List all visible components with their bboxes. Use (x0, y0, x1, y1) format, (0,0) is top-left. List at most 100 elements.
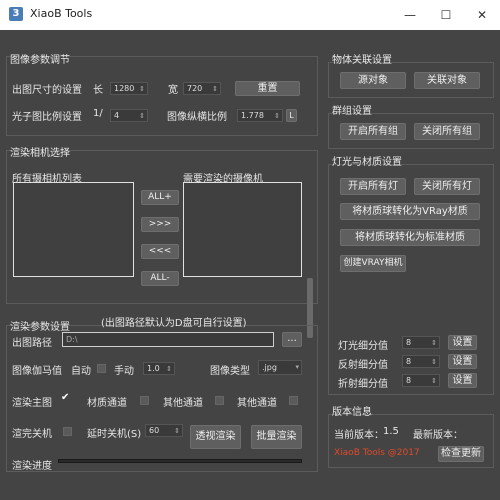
render-progress-bar (58, 459, 302, 463)
spinner-arrows-icon: ⇕ (431, 358, 437, 366)
material-channel-label: 材质通道 (87, 398, 127, 409)
add-camera-button[interactable]: >>> (141, 217, 179, 232)
checkmark-icon: ✔ (61, 392, 70, 403)
current-version-value: 1.5 (383, 426, 399, 437)
height-label: 宽 (168, 85, 178, 96)
output-size-label: 出图尺寸的设置 (12, 85, 82, 96)
material-channel-checkbox[interactable] (140, 396, 149, 405)
check-update-button[interactable]: 检查更新 (438, 446, 484, 462)
camera-select-title: 渲染相机选择 (10, 148, 70, 159)
open-all-lights-button[interactable]: 开启所有灯 (340, 178, 406, 195)
version-title: 版本信息 (332, 407, 372, 418)
image-type-select[interactable]: .jpg ▾ (258, 360, 302, 375)
brand-text: XiaoB Tools @2017 (334, 448, 420, 458)
spinner-arrows-icon: ⇕ (139, 112, 145, 120)
photon-label: 光子图比例设置 (12, 112, 82, 123)
light-subdiv-label: 灯光细分值 (338, 341, 388, 352)
aspect-label: 图像纵横比例 (167, 112, 227, 123)
output-path-label: 出图路径 (12, 338, 52, 349)
progress-label: 渲染进度 (12, 461, 52, 472)
create-vray-camera-button[interactable]: 创建VRAY相机 (340, 255, 406, 272)
close-all-groups-button[interactable]: 关闭所有组 (414, 123, 480, 140)
other-channel2-label: 其他通道 (237, 398, 277, 409)
delay-spinner[interactable]: 60 ⇕ (145, 424, 183, 437)
refract-subdiv-label: 折射细分值 (338, 379, 388, 390)
other-channel1-label: 其他通道 (163, 398, 203, 409)
delay-shutdown-label: 延时关机(S) (87, 429, 142, 440)
convert-to-standard-button[interactable]: 将材质球转化为标准材质 (340, 229, 480, 246)
aspect-value: 1.778 (241, 111, 264, 120)
browse-path-button[interactable]: ... (282, 332, 302, 347)
length-label: 长 (93, 85, 103, 96)
light-subdiv-spinner[interactable]: 8 ⇕ (402, 336, 440, 349)
gamma-value: 1.0 (147, 364, 160, 373)
all-cameras-list[interactable] (13, 182, 134, 277)
width-value: 1280 (114, 84, 135, 93)
light-subdiv-set-button[interactable]: 设置 (448, 335, 477, 350)
render-params-title: 渲染参数设置 (10, 322, 70, 333)
width-spinner[interactable]: 1280 ⇕ (110, 82, 148, 95)
source-object-button[interactable]: 源对象 (340, 72, 406, 89)
open-all-groups-button[interactable]: 开启所有组 (340, 123, 406, 140)
close-button[interactable]: ✕ (464, 0, 500, 30)
image-type-value: .jpg (262, 363, 277, 372)
object-link-title: 物体关联设置 (332, 55, 392, 66)
reflect-subdiv-set-button[interactable]: 设置 (448, 354, 477, 369)
gamma-auto-label: 自动 (71, 366, 91, 377)
perspective-render-button[interactable]: 透视渲染 (190, 425, 241, 449)
current-version-label: 当前版本： (334, 430, 384, 441)
spinner-arrows-icon: ⇕ (431, 377, 437, 385)
add-all-cameras-button[interactable]: ALL+ (141, 190, 179, 205)
spinner-arrows-icon: ⇕ (212, 85, 218, 93)
shutdown-label: 渲完关机 (12, 429, 52, 440)
minimize-button[interactable]: — (392, 0, 428, 30)
link-object-button[interactable]: 关联对象 (414, 72, 480, 89)
height-value: 720 (187, 84, 203, 93)
light-subdiv-value: 8 (406, 338, 412, 347)
height-spinner[interactable]: 720 ⇕ (183, 82, 221, 95)
group-settings-title: 群组设置 (332, 106, 372, 117)
output-path-input[interactable]: D:\ (62, 332, 274, 347)
gamma-auto-checkbox[interactable] (97, 364, 106, 373)
gamma-spinner[interactable]: 1.0 ⇕ (143, 362, 175, 375)
reflect-subdiv-value: 8 (406, 357, 412, 366)
refract-subdiv-value: 8 (406, 376, 412, 385)
image-type-label: 图像类型 (210, 366, 250, 377)
spinner-arrows-icon: ⇕ (274, 112, 280, 120)
render-cameras-list[interactable] (183, 182, 302, 277)
refract-subdiv-spinner[interactable]: 8 ⇕ (402, 374, 440, 387)
maximize-button[interactable]: ☐ (428, 0, 464, 30)
render-main-label: 渲染主图 (12, 398, 52, 409)
spinner-arrows-icon: ⇕ (139, 85, 145, 93)
title-bar: 3 XiaoB Tools — ☐ ✕ (0, 0, 500, 30)
remove-camera-button[interactable]: <<< (141, 244, 179, 259)
chevron-down-icon: ▾ (295, 363, 299, 371)
spinner-arrows-icon: ⇕ (166, 365, 172, 373)
window-title: XiaoB Tools (30, 7, 93, 20)
shutdown-checkbox[interactable] (63, 427, 72, 436)
reflect-subdiv-label: 反射细分值 (338, 360, 388, 371)
batch-render-button[interactable]: 批量渲染 (251, 425, 302, 449)
other-channel2-checkbox[interactable] (289, 396, 298, 405)
delay-value: 60 (149, 426, 160, 435)
gamma-manual-label: 手动 (114, 366, 134, 377)
latest-version-label: 最新版本： (413, 430, 463, 441)
convert-to-vray-button[interactable]: 将材质球转化为VRay材质 (340, 203, 480, 220)
reflect-subdiv-spinner[interactable]: 8 ⇕ (402, 355, 440, 368)
refract-subdiv-set-button[interactable]: 设置 (448, 373, 477, 388)
other-channel1-checkbox[interactable] (215, 396, 224, 405)
remove-all-cameras-button[interactable]: ALL- (141, 271, 179, 286)
light-material-title: 灯光与材质设置 (332, 157, 402, 168)
close-all-lights-button[interactable]: 关闭所有灯 (414, 178, 480, 195)
gamma-label: 图像伽马值 (12, 366, 62, 377)
image-params-group (6, 56, 318, 136)
photon-spinner[interactable]: 4 ⇕ (110, 109, 148, 122)
lock-aspect-button[interactable]: L (286, 109, 297, 122)
aspect-spinner[interactable]: 1.778 ⇕ (237, 109, 283, 122)
spinner-arrows-icon: ⇕ (431, 339, 437, 347)
image-params-title: 图像参数调节 (10, 55, 70, 66)
render-main-checkbox[interactable]: ✔ (61, 393, 71, 403)
photon-prefix: 1/ (93, 108, 103, 119)
reset-button[interactable]: 重置 (235, 81, 300, 96)
app-icon: 3 (9, 7, 23, 21)
